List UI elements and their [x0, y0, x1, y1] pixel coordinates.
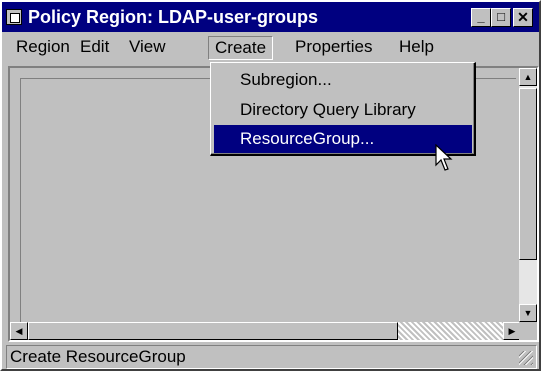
vertical-scroll-thumb[interactable] — [519, 88, 537, 260]
menu-region[interactable]: Region — [10, 36, 76, 60]
maximize-button[interactable]: □ — [491, 8, 511, 27]
policy-region-window: Policy Region: LDAP-user-groups _ □ ✕ Re… — [0, 0, 541, 371]
arrow-pointer-icon — [435, 144, 453, 171]
scroll-left-icon[interactable]: ◀ — [10, 322, 28, 340]
status-text: Create ResourceGroup — [10, 347, 186, 366]
create-menu-dropdown: Subregion... Directory Query Library Res… — [210, 62, 476, 156]
menu-bar: Region Edit View Create Properties Help — [2, 32, 539, 62]
horizontal-scroll-thumb[interactable] — [28, 322, 398, 340]
menu-item-resourcegroup[interactable]: ResourceGroup... — [214, 125, 472, 153]
vertical-scrollbar[interactable]: ▲ ▼ — [519, 68, 537, 322]
menu-item-directory-query-library[interactable]: Directory Query Library — [214, 96, 472, 124]
scroll-down-icon[interactable]: ▼ — [519, 304, 537, 322]
title-bar[interactable]: Policy Region: LDAP-user-groups _ □ ✕ — [2, 2, 539, 32]
close-button[interactable]: ✕ — [513, 8, 533, 27]
minimize-button[interactable]: _ — [471, 8, 491, 27]
window-title: Policy Region: LDAP-user-groups — [28, 7, 319, 27]
menu-create[interactable]: Create — [208, 36, 274, 60]
horizontal-scrollbar[interactable]: ◀ ▶ — [10, 322, 521, 340]
policy-region-icon[interactable] — [6, 9, 22, 25]
menu-view[interactable]: View — [123, 36, 172, 60]
menu-help[interactable]: Help — [393, 36, 440, 60]
menu-edit[interactable]: Edit — [74, 36, 115, 60]
scrollbar-corner — [519, 322, 537, 340]
scroll-up-icon[interactable]: ▲ — [519, 68, 537, 86]
resize-grip-icon[interactable] — [519, 351, 533, 365]
menu-item-subregion[interactable]: Subregion... — [214, 66, 472, 94]
menu-properties[interactable]: Properties — [289, 36, 378, 60]
status-bar: Create ResourceGroup — [6, 345, 537, 369]
